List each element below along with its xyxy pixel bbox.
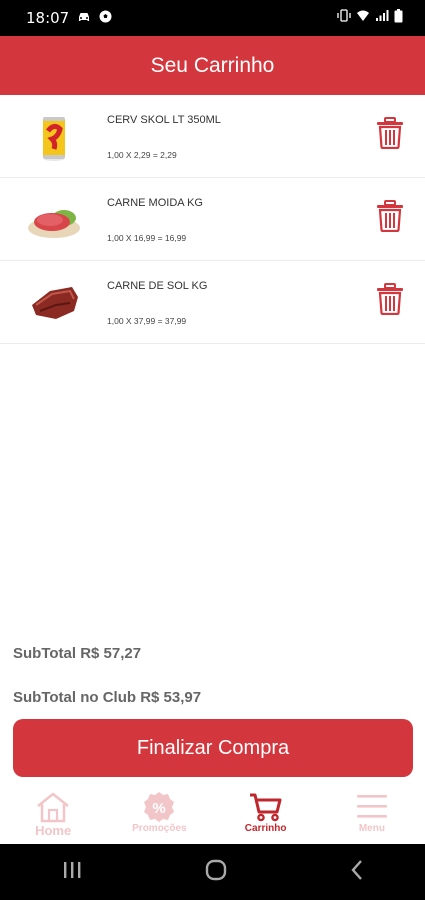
signal-icon (375, 9, 389, 27)
ground-beef-image (26, 192, 82, 248)
status-bar: 18:07 (0, 0, 425, 36)
cart-item[interactable]: CARNE DE SOL KG 1,00 X 37,99 = 37,99 (0, 261, 425, 344)
page-title: Seu Carrinho (150, 53, 275, 77)
home-circle-icon[interactable] (204, 858, 228, 887)
status-right (337, 8, 403, 28)
cart-icon (249, 791, 283, 823)
soccer-ball-icon (99, 10, 112, 27)
vibrate-icon (337, 9, 351, 27)
dried-beef-image (26, 275, 82, 331)
hamburger-menu-icon (355, 791, 389, 823)
status-time: 18:07 (26, 9, 70, 27)
trash-icon[interactable] (376, 283, 404, 316)
app-header: Seu Carrinho (0, 36, 425, 95)
wifi-icon (356, 9, 370, 27)
nav-item-home[interactable]: Home (0, 786, 106, 844)
cart-item[interactable]: CARNE MOIDA KG 1,00 X 16,99 = 16,99 (0, 178, 425, 261)
nav-label-home: Home (35, 823, 72, 838)
battery-icon (394, 8, 403, 28)
beer-can-image (26, 109, 82, 165)
nav-label-promocoes: Promoções (132, 823, 187, 834)
percent-glyph: % (153, 800, 166, 817)
item-calc: 1,00 X 37,99 = 37,99 (107, 316, 187, 326)
trash-icon[interactable] (376, 117, 404, 150)
item-name: CERV SKOL LT 350ML (107, 114, 221, 126)
cart-item[interactable]: CERV SKOL LT 350ML 1,00 X 2,29 = 2,29 (0, 95, 425, 178)
club-subtotal: SubTotal no Club R$ 53,97 (13, 689, 202, 706)
recent-apps-icon[interactable] (61, 860, 83, 885)
nav-item-carrinho[interactable]: Carrinho (213, 786, 319, 844)
bottom-nav: Home % Promoções Carrinho Menu (0, 786, 425, 844)
nav-item-promocoes[interactable]: % Promoções (106, 786, 212, 844)
item-name: CARNE DE SOL KG (107, 280, 208, 292)
cart-list: CERV SKOL LT 350ML 1,00 X 2,29 = 2,29 CA… (0, 95, 425, 344)
percent-badge-icon: % (143, 791, 175, 823)
home-icon (35, 791, 71, 823)
subtotal: SubTotal R$ 57,27 (13, 645, 142, 662)
item-name: CARNE MOIDA KG (107, 197, 203, 209)
checkout-button[interactable]: Finalizar Compra (13, 719, 413, 777)
system-nav-bar (0, 844, 425, 900)
trash-icon[interactable] (376, 200, 404, 233)
nav-label-menu: Menu (358, 823, 385, 834)
car-icon (77, 10, 91, 27)
item-calc: 1,00 X 2,29 = 2,29 (107, 150, 177, 160)
item-calc: 1,00 X 16,99 = 16,99 (107, 233, 187, 243)
back-chevron-icon[interactable] (349, 859, 365, 886)
nav-item-menu[interactable]: Menu (319, 786, 425, 844)
nav-label-carrinho: Carrinho (244, 823, 287, 834)
status-left: 18:07 (26, 9, 112, 27)
